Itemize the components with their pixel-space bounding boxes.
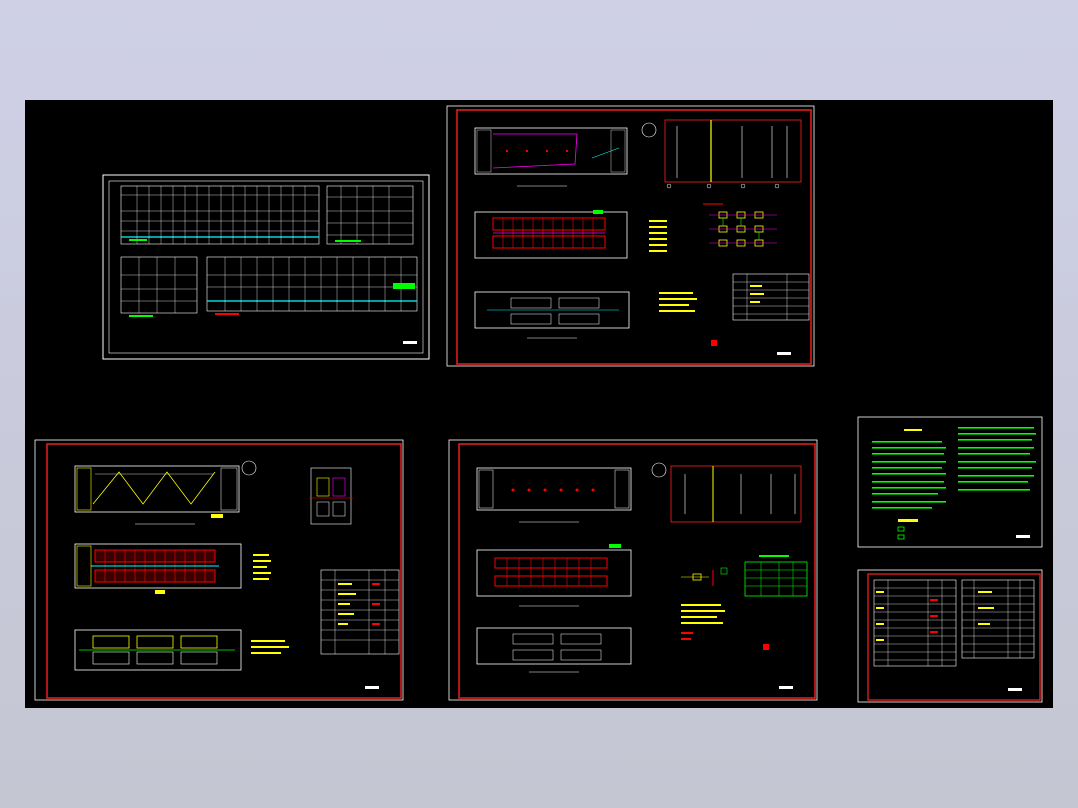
title-block <box>1008 688 1022 691</box>
system-riser-diagram <box>703 203 777 247</box>
material-table-left <box>873 579 957 667</box>
floor-plan-equipment <box>474 210 667 259</box>
floor-plan-lighting <box>474 122 657 187</box>
legend-table <box>732 273 810 321</box>
section-view <box>309 467 353 525</box>
table-panel-left <box>120 256 198 317</box>
sheet-general-notes[interactable] <box>857 416 1043 548</box>
sheet-electrical-plans-top[interactable] <box>446 105 815 367</box>
title-block <box>779 686 793 689</box>
elevation-view <box>670 465 802 523</box>
green-schedule-table <box>744 555 808 597</box>
notes-block <box>681 604 769 650</box>
notes-column-right <box>958 427 1036 491</box>
sheet-plans-left[interactable] <box>34 439 404 701</box>
floor-plan-lighting <box>476 462 667 523</box>
notes-column-left <box>872 429 946 540</box>
floor-plan-equipment <box>476 544 632 607</box>
title-block <box>403 341 417 344</box>
floor-plan-layout <box>476 627 632 673</box>
table-distribution-schedule-2 <box>326 185 414 245</box>
system-riser-diagram <box>681 567 728 586</box>
legend-table <box>320 569 400 655</box>
floor-plan-layout <box>474 291 697 339</box>
sheet-plans-center[interactable] <box>448 439 818 701</box>
title-block <box>777 352 791 355</box>
title-block <box>1016 535 1030 538</box>
title-block <box>365 686 379 689</box>
table-distribution-schedule <box>120 185 320 245</box>
table-panel-right <box>206 256 418 315</box>
floor-plan-lighting <box>74 460 257 525</box>
floor-plan-layout <box>74 629 289 671</box>
material-table-right <box>961 579 1035 659</box>
cad-model-space[interactable] <box>25 100 1053 708</box>
elevation-view <box>664 119 802 189</box>
sheet-schedule-tables[interactable] <box>102 174 430 360</box>
drawing-svg <box>34 105 1043 703</box>
floor-plan-equipment <box>74 543 271 594</box>
revision-mark <box>711 340 717 346</box>
sheet-material-list[interactable] <box>857 569 1043 703</box>
